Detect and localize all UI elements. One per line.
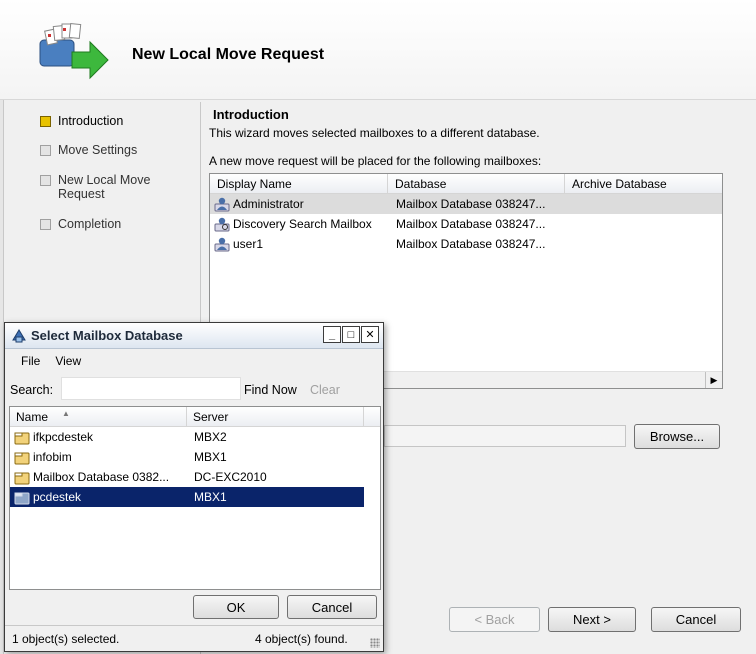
database-cell: Mailbox Database 038247... [396,237,546,251]
wizard-cancel-button[interactable]: Cancel [651,607,741,632]
step-indicator [40,219,51,230]
database-name-cell: pcdestek [10,490,187,505]
database-name: ifkpcdestek [33,430,94,444]
column-header-database[interactable]: Database [388,174,565,193]
display-name: Discovery Search Mailbox [233,217,372,231]
column-header-archive-database[interactable]: Archive Database [565,174,722,193]
maximize-icon[interactable]: □ [342,326,360,343]
column-name-label: Name [16,410,49,424]
close-icon[interactable]: ✕ [361,326,379,343]
mailbox-user-icon [214,197,230,212]
server-cell: MBX1 [194,450,227,464]
mailbox-row[interactable]: Administrator Mailbox Database 038247... [210,194,722,214]
display-name-cell: user1 [210,236,388,252]
database-icon [14,432,30,444]
database-icon [14,492,30,504]
resize-grip-icon[interactable] [370,638,380,648]
search-label: Search: [10,383,54,397]
database-row[interactable]: pcdestek MBX1 [10,487,364,507]
display-name: Administrator [233,197,304,211]
database-name: Mailbox Database 0382... [33,470,170,484]
step-label: Completion [58,217,122,231]
discovery-mailbox-icon [214,217,230,232]
step-label: Move Settings [58,143,138,157]
step-new-local-move-request[interactable]: New Local Move Request [40,173,170,201]
step-introduction[interactable]: Introduction [40,114,123,128]
step-indicator [40,116,51,127]
status-selected-count: 1 object(s) selected. [12,632,120,646]
move-mailbox-icon [39,22,109,80]
database-row[interactable]: infobim MBX1 [10,447,380,467]
column-header-display-name[interactable]: Display Name [210,174,388,193]
server-cell: MBX1 [194,490,227,504]
database-list[interactable]: Name ▲ Server ifkpcdestek MBX2 infobim M… [9,406,381,590]
section-title: Introduction [213,107,289,122]
database-name-cell: ifkpcdestek [10,430,187,445]
database-name-cell: Mailbox Database 0382... [10,470,187,485]
column-header-filler [364,407,380,426]
section-description: This wizard moves selected mailboxes to … [209,126,540,140]
find-now-button[interactable]: Find Now [244,383,297,397]
next-button[interactable]: Next > [548,607,636,632]
step-indicator [40,145,51,156]
database-cell: Mailbox Database 038247... [396,217,546,231]
dialog-titlebar[interactable]: Select Mailbox Database _ □ ✕ [5,323,383,349]
mailbox-row[interactable]: user1 Mailbox Database 038247... [210,234,722,254]
browse-button[interactable]: Browse... [634,424,720,449]
step-move-settings[interactable]: Move Settings [40,143,137,157]
sort-ascending-icon: ▲ [62,409,70,418]
menu-view[interactable]: View [51,350,92,372]
database-icon [14,472,30,484]
database-name: pcdestek [33,490,82,504]
ok-button[interactable]: OK [193,595,279,619]
display-name-cell: Administrator [210,196,388,212]
step-completion[interactable]: Completion [40,217,121,231]
display-name-cell: Discovery Search Mailbox [210,216,388,232]
step-label: Introduction [58,114,124,128]
server-cell: MBX2 [194,430,227,444]
back-button[interactable]: < Back [449,607,540,632]
server-cell: DC-EXC2010 [194,470,267,484]
mailbox-list-header: Display Name Database Archive Database [210,174,722,194]
database-row[interactable]: ifkpcdestek MBX2 [10,427,380,447]
minimize-icon[interactable]: _ [323,326,341,343]
mailbox-row[interactable]: Discovery Search Mailbox Mailbox Databas… [210,214,722,234]
dialog-statusbar: 1 object(s) selected. 4 object(s) found. [5,625,383,651]
database-icon [14,452,30,464]
step-label: New Local Move Request [58,173,151,201]
scroll-right-icon[interactable]: ▶ [705,372,722,388]
mailbox-user-icon [214,237,230,252]
dialog-cancel-button[interactable]: Cancel [287,595,377,619]
database-name-cell: infobim [10,450,187,465]
column-header-name[interactable]: Name ▲ [10,407,187,426]
search-row: Search: Find Now Clear [5,376,383,403]
column-header-server[interactable]: Server [187,407,364,426]
dialog-title: Select Mailbox Database [31,328,183,343]
list-caption: A new move request will be placed for th… [209,154,542,168]
dialog-menubar: File View [5,350,383,372]
step-indicator [40,175,51,186]
database-dialog-icon [12,329,26,343]
wizard-header: New Local Move Request [0,0,756,100]
clear-button[interactable]: Clear [310,383,340,397]
select-mailbox-database-dialog: Select Mailbox Database _ □ ✕ File View … [4,322,384,652]
menu-file[interactable]: File [5,350,51,372]
target-database-field [384,425,626,447]
database-cell: Mailbox Database 038247... [396,197,546,211]
database-row[interactable]: Mailbox Database 0382... DC-EXC2010 [10,467,380,487]
wizard-title: New Local Move Request [132,46,325,63]
database-name: infobim [33,450,72,464]
status-found-count: 4 object(s) found. [255,632,348,646]
search-input[interactable] [61,377,241,400]
database-list-header: Name ▲ Server [10,407,380,427]
display-name: user1 [233,237,264,251]
